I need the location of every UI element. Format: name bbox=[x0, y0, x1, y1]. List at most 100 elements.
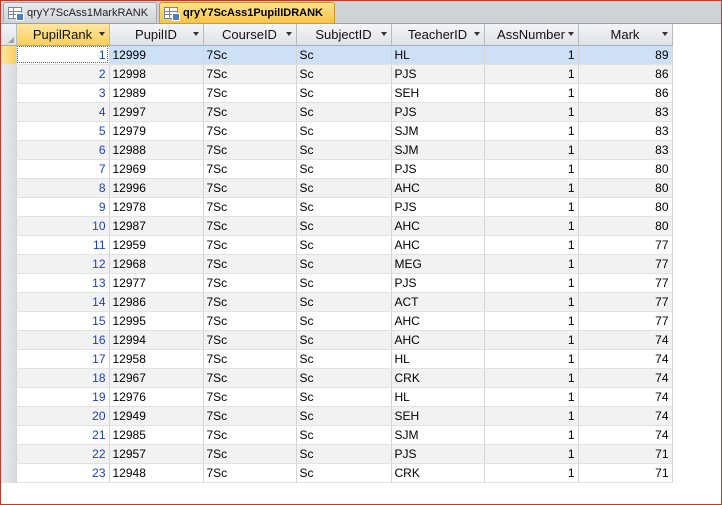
cell-subjectid[interactable]: Sc bbox=[296, 368, 392, 388]
record-selector[interactable] bbox=[1, 444, 17, 464]
cell-teacherid[interactable]: MEG bbox=[391, 254, 485, 274]
record-selector[interactable] bbox=[1, 254, 17, 274]
cell-pupilrank[interactable]: 19 bbox=[16, 387, 110, 407]
record-selector[interactable] bbox=[1, 64, 17, 84]
cell-pupilrank[interactable]: 16 bbox=[16, 330, 110, 350]
cell-teacherid[interactable]: PJS bbox=[391, 197, 485, 217]
cell-mark[interactable]: 80 bbox=[578, 178, 673, 198]
record-selector[interactable] bbox=[1, 178, 17, 198]
cell-mark[interactable]: 77 bbox=[578, 254, 673, 274]
cell-courseid[interactable]: 7Sc bbox=[203, 102, 297, 122]
record-selector[interactable] bbox=[1, 159, 17, 179]
filter-dropdown-icon[interactable] bbox=[567, 32, 574, 36]
cell-pupilid[interactable]: 12969 bbox=[109, 159, 204, 179]
cell-pupilrank[interactable]: 20 bbox=[16, 406, 110, 426]
cell-mark[interactable]: 77 bbox=[578, 235, 673, 255]
cell-subjectid[interactable]: Sc bbox=[296, 292, 392, 312]
cell-assnumber[interactable]: 1 bbox=[484, 216, 579, 236]
cell-pupilid[interactable]: 12998 bbox=[109, 64, 204, 84]
cell-courseid[interactable]: 7Sc bbox=[203, 425, 297, 445]
cell-mark[interactable]: 83 bbox=[578, 121, 673, 141]
table-row[interactable]: 14 12986 7Sc Sc ACT 1 77 bbox=[1, 292, 673, 312]
column-header-assnumber[interactable]: AssNumber bbox=[484, 24, 579, 46]
cell-teacherid[interactable]: SEH bbox=[391, 406, 485, 426]
cell-teacherid[interactable]: ACT bbox=[391, 292, 485, 312]
cell-subjectid[interactable]: Sc bbox=[296, 425, 392, 445]
table-row[interactable]: 16 12994 7Sc Sc AHC 1 74 bbox=[1, 330, 673, 350]
cell-pupilid[interactable]: 12977 bbox=[109, 273, 204, 293]
cell-pupilid[interactable]: 12976 bbox=[109, 387, 204, 407]
cell-subjectid[interactable]: Sc bbox=[296, 463, 392, 483]
table-row[interactable]: 15 12995 7Sc Sc AHC 1 77 bbox=[1, 311, 673, 331]
cell-pupilrank[interactable]: 18 bbox=[16, 368, 110, 388]
cell-courseid[interactable]: 7Sc bbox=[203, 292, 297, 312]
cell-courseid[interactable]: 7Sc bbox=[203, 178, 297, 198]
select-all-button[interactable] bbox=[1, 24, 17, 46]
cell-subjectid[interactable]: Sc bbox=[296, 159, 392, 179]
cell-subjectid[interactable]: Sc bbox=[296, 121, 392, 141]
table-row[interactable]: 4 12997 7Sc Sc PJS 1 83 bbox=[1, 102, 673, 122]
record-selector[interactable] bbox=[1, 83, 17, 103]
cell-pupilrank[interactable]: 21 bbox=[16, 425, 110, 445]
filter-dropdown-icon[interactable] bbox=[285, 32, 292, 36]
cell-mark[interactable]: 80 bbox=[578, 197, 673, 217]
cell-mark[interactable]: 89 bbox=[578, 45, 673, 65]
cell-subjectid[interactable]: Sc bbox=[296, 197, 392, 217]
record-selector[interactable] bbox=[1, 102, 17, 122]
record-selector[interactable] bbox=[1, 425, 17, 445]
cell-teacherid[interactable]: PJS bbox=[391, 102, 485, 122]
cell-pupilid[interactable]: 12978 bbox=[109, 197, 204, 217]
cell-subjectid[interactable]: Sc bbox=[296, 349, 392, 369]
cell-pupilid[interactable]: 12994 bbox=[109, 330, 204, 350]
cell-mark[interactable]: 86 bbox=[578, 83, 673, 103]
cell-mark[interactable]: 74 bbox=[578, 330, 673, 350]
cell-mark[interactable]: 74 bbox=[578, 368, 673, 388]
cell-assnumber[interactable]: 1 bbox=[484, 235, 579, 255]
cell-pupilid[interactable]: 12948 bbox=[109, 463, 204, 483]
table-row[interactable]: 1 12999 7Sc Sc HL 1 89 bbox=[1, 45, 673, 65]
cell-assnumber[interactable]: 1 bbox=[484, 292, 579, 312]
record-selector[interactable] bbox=[1, 235, 17, 255]
cell-pupilrank[interactable]: 9 bbox=[16, 197, 110, 217]
cell-subjectid[interactable]: Sc bbox=[296, 235, 392, 255]
table-row[interactable]: 11 12959 7Sc Sc AHC 1 77 bbox=[1, 235, 673, 255]
record-selector[interactable] bbox=[1, 406, 17, 426]
cell-subjectid[interactable]: Sc bbox=[296, 216, 392, 236]
cell-assnumber[interactable]: 1 bbox=[484, 330, 579, 350]
table-row[interactable]: 5 12979 7Sc Sc SJM 1 83 bbox=[1, 121, 673, 141]
filter-dropdown-icon[interactable] bbox=[380, 32, 387, 36]
cell-teacherid[interactable]: AHC bbox=[391, 216, 485, 236]
cell-assnumber[interactable]: 1 bbox=[484, 45, 579, 65]
cell-mark[interactable]: 71 bbox=[578, 444, 673, 464]
cell-courseid[interactable]: 7Sc bbox=[203, 140, 297, 160]
cell-pupilrank[interactable]: 4 bbox=[16, 102, 110, 122]
cell-pupilid[interactable]: 12985 bbox=[109, 425, 204, 445]
column-header-mark[interactable]: Mark bbox=[578, 24, 673, 46]
cell-subjectid[interactable]: Sc bbox=[296, 140, 392, 160]
cell-assnumber[interactable]: 1 bbox=[484, 368, 579, 388]
record-selector[interactable] bbox=[1, 216, 17, 236]
cell-teacherid[interactable]: SJM bbox=[391, 140, 485, 160]
cell-pupilrank[interactable]: 1 bbox=[16, 45, 110, 65]
cell-teacherid[interactable]: AHC bbox=[391, 235, 485, 255]
filter-dropdown-icon[interactable] bbox=[192, 32, 199, 36]
cell-subjectid[interactable]: Sc bbox=[296, 178, 392, 198]
cell-pupilid[interactable]: 12949 bbox=[109, 406, 204, 426]
cell-subjectid[interactable]: Sc bbox=[296, 444, 392, 464]
cell-teacherid[interactable]: HL bbox=[391, 349, 485, 369]
tab-qry-pupilid-rank[interactable]: qryY7ScAss1PupilIDRANK bbox=[159, 2, 335, 23]
record-selector[interactable] bbox=[1, 311, 17, 331]
cell-teacherid[interactable]: PJS bbox=[391, 444, 485, 464]
cell-subjectid[interactable]: Sc bbox=[296, 83, 392, 103]
cell-subjectid[interactable]: Sc bbox=[296, 45, 392, 65]
table-row[interactable]: 23 12948 7Sc Sc CRK 1 71 bbox=[1, 463, 673, 483]
cell-assnumber[interactable]: 1 bbox=[484, 349, 579, 369]
cell-courseid[interactable]: 7Sc bbox=[203, 463, 297, 483]
record-selector[interactable] bbox=[1, 197, 17, 217]
table-row[interactable]: 19 12976 7Sc Sc HL 1 74 bbox=[1, 387, 673, 407]
record-selector[interactable] bbox=[1, 45, 17, 65]
cell-pupilid[interactable]: 12958 bbox=[109, 349, 204, 369]
cell-subjectid[interactable]: Sc bbox=[296, 64, 392, 84]
cell-courseid[interactable]: 7Sc bbox=[203, 235, 297, 255]
cell-assnumber[interactable]: 1 bbox=[484, 64, 579, 84]
